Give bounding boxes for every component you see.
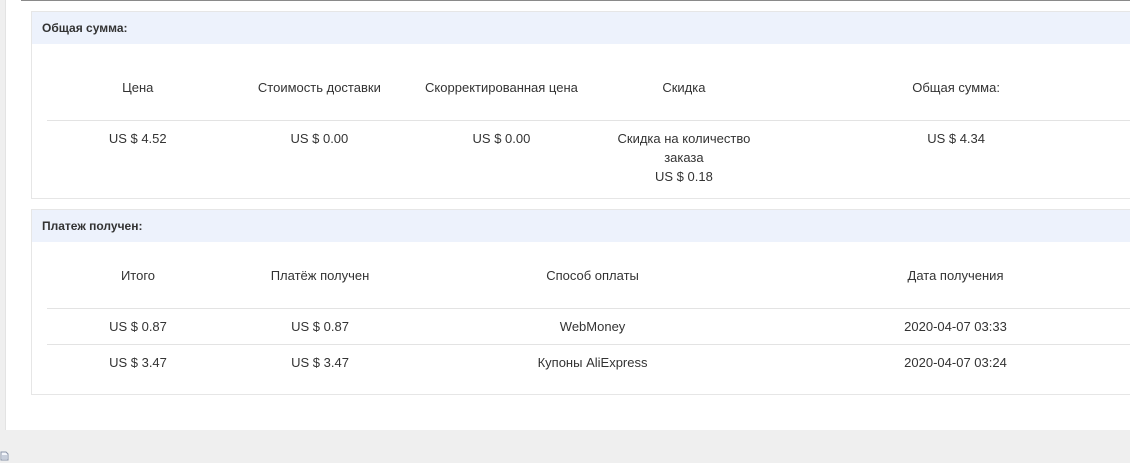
payment-table: Итого Платёж получен Способ оплаты Дата … (47, 243, 1130, 380)
col-header-total: Итого (47, 243, 229, 309)
col-header-shipping: Стоимость доставки (228, 55, 411, 121)
table-header-row: Итого Платёж получен Способ оплаты Дата … (47, 243, 1130, 309)
total-value: US $ 4.34 (927, 131, 986, 146)
payment-date: 2020-04-07 03:24 (904, 354, 1007, 370)
table-row: US $ 0.87 US $ 0.87 WebMoney 2020-04-07 … (47, 308, 1130, 345)
payment-received: US $ 3.47 (291, 354, 349, 370)
col-header-adjusted-price: Скорректированная цена (410, 55, 593, 121)
payment-total: US $ 0.87 (47, 308, 229, 345)
col-header-received: Платёж получен (228, 243, 412, 309)
payment-received-panel: Платеж получен: Итого Платёж получен Спо… (31, 209, 1130, 395)
table-row: US $ 3.47 US $ 3.47 Купоны AliExpress 20… (47, 345, 1130, 381)
discount-value: US $ 0.18 (655, 169, 713, 184)
price-value: US $ 4.52 (108, 131, 167, 146)
col-header-discount: Скидка (592, 55, 776, 121)
table-row: US $ 4.52 US $ 0.00 US $ 0.00 Скидка на … (47, 121, 1130, 210)
payment-date: 2020-04-07 03:33 (774, 308, 1130, 345)
order-total-panel: Общая сумма: Цена Стоимость доставки Ско… (31, 11, 1130, 199)
page-icon (0, 451, 9, 461)
payment-received: US $ 0.87 (228, 308, 412, 345)
order-details-page: Общая сумма: Цена Стоимость доставки Ско… (5, 0, 1130, 430)
table-header-row: Цена Стоимость доставки Скорректированна… (47, 55, 1130, 121)
col-header-price: Цена (47, 55, 229, 121)
shipping-value: US $ 0.00 (290, 131, 349, 146)
order-total-title: Общая сумма: (32, 12, 1130, 44)
payment-total: US $ 3.47 (109, 354, 167, 370)
payment-method: WebMoney (411, 308, 775, 345)
payment-received-title: Платеж получен: (32, 210, 1130, 242)
adjusted-price-value: US $ 0.00 (472, 131, 531, 146)
discount-cell: Скидка на количество заказа US $ 0.18 (593, 121, 776, 210)
discount-label: Скидка на количество заказа (617, 131, 751, 165)
col-header-total: Общая сумма: (775, 55, 1130, 121)
order-total-table: Цена Стоимость доставки Скорректированна… (47, 55, 1130, 209)
top-divider (21, 0, 1130, 1)
col-header-payment-method: Способ оплаты (411, 243, 775, 309)
payment-method: Купоны AliExpress (537, 354, 648, 370)
col-header-date: Дата получения (774, 243, 1130, 309)
